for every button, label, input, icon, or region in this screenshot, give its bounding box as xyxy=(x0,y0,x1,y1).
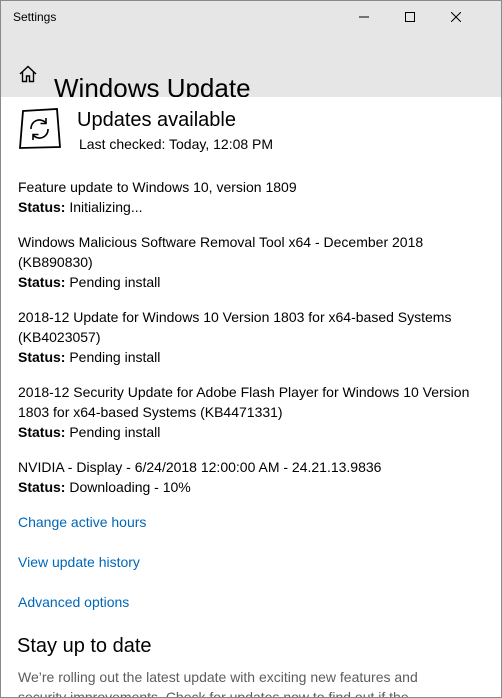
last-checked: Last checked: Today, 12:08 PM xyxy=(79,136,274,152)
update-status: Status: Initializing... xyxy=(18,197,297,217)
minimize-button[interactable] xyxy=(341,1,387,33)
update-name: Windows Malicious Software Removal Tool … xyxy=(18,234,424,270)
status-label: Status: xyxy=(18,199,66,215)
settings-window: Settings Windows Update Updates availabl… xyxy=(0,0,502,698)
status-value: Pending install xyxy=(69,349,161,365)
status-title: Updates available xyxy=(77,109,236,131)
list-item: 2018-12 Update for Windows 10 Version 18… xyxy=(18,307,488,367)
change-active-hours-link[interactable]: Change active hours xyxy=(18,514,146,530)
update-status: Status: Pending install xyxy=(18,272,488,292)
update-status: Status: Downloading - 10% xyxy=(18,477,381,497)
status-value: Initializing... xyxy=(69,199,143,215)
sync-icon xyxy=(19,108,61,149)
status-label: Status: xyxy=(18,274,66,290)
status-label: Status: xyxy=(18,479,66,495)
section-title: Stay up to date xyxy=(17,635,152,657)
list-item: NVIDIA - Display - 6/24/2018 12:00:00 AM… xyxy=(18,457,381,497)
update-status: Status: Pending install xyxy=(18,422,488,442)
list-item: Feature update to Windows 10, version 18… xyxy=(18,177,297,217)
page-header: Windows Update xyxy=(1,33,501,103)
minimize-icon xyxy=(359,16,369,18)
maximize-button[interactable] xyxy=(387,1,433,33)
close-icon xyxy=(451,12,461,22)
status-label: Status: xyxy=(18,349,66,365)
update-name: 2018-12 Update for Windows 10 Version 18… xyxy=(18,309,452,345)
status-value: Pending install xyxy=(69,274,161,290)
update-name: 2018-12 Security Update for Adobe Flash … xyxy=(18,384,470,420)
close-button[interactable] xyxy=(433,1,479,33)
status-value: Pending install xyxy=(69,424,161,440)
advanced-options-link[interactable]: Advanced options xyxy=(18,594,129,610)
main-content: Updates available Last checked: Today, 1… xyxy=(1,97,501,697)
status-value: Downloading - 10% xyxy=(69,479,191,495)
home-icon[interactable] xyxy=(18,65,38,83)
app-title: Settings xyxy=(13,10,57,24)
title-bar[interactable]: Settings xyxy=(1,1,501,33)
update-name: NVIDIA - Display - 6/24/2018 12:00:00 AM… xyxy=(18,459,382,475)
maximize-icon xyxy=(405,12,415,22)
list-item: 2018-12 Security Update for Adobe Flash … xyxy=(18,382,488,442)
list-item: Windows Malicious Software Removal Tool … xyxy=(18,232,488,292)
section-description: We’re rolling out the latest update with… xyxy=(18,669,418,698)
view-update-history-link[interactable]: View update history xyxy=(18,554,140,570)
update-status: Status: Pending install xyxy=(18,347,488,367)
update-name: Feature update to Windows 10, version 18… xyxy=(18,179,297,195)
status-label: Status: xyxy=(18,424,66,440)
